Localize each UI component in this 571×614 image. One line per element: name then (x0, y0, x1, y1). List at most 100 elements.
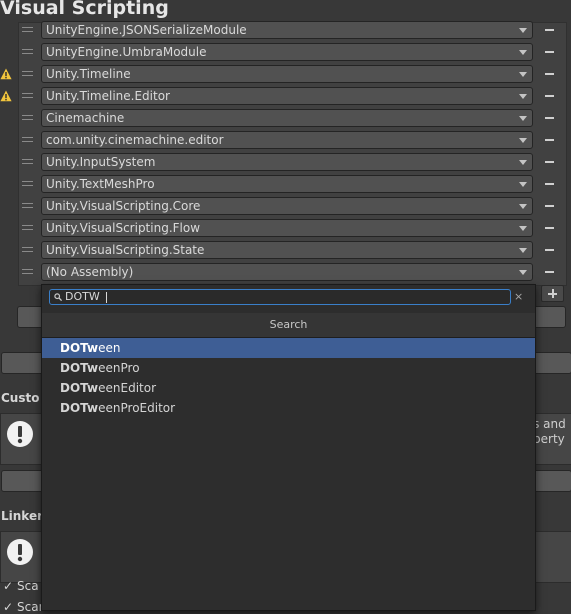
chevron-down-icon (519, 138, 527, 143)
search-result-label: DOTweenEditor (60, 381, 156, 395)
search-result-match: DOTw (60, 341, 99, 355)
assembly-value: Unity.VisualScripting.Flow (46, 221, 201, 235)
assembly-value: (No Assembly) (46, 265, 134, 279)
assembly-value: Unity.TextMeshPro (46, 177, 155, 191)
assembly-dropdown[interactable]: Unity.TextMeshPro (41, 175, 533, 193)
chevron-down-icon (519, 182, 527, 187)
drag-handle-icon[interactable] (22, 203, 33, 209)
drag-handle-icon[interactable] (22, 269, 33, 275)
search-input[interactable]: DOTW (49, 289, 511, 305)
search-result-label: DOTweenPro (60, 361, 140, 375)
text-caret (106, 292, 107, 303)
minus-icon[interactable] (545, 205, 554, 207)
search-result-rest: eenPro (98, 361, 140, 375)
assembly-dropdown[interactable]: Unity.Timeline (41, 65, 533, 83)
assembly-row: Cinemachine (18, 109, 568, 129)
drag-handle-icon[interactable] (22, 71, 33, 77)
drag-handle-icon[interactable] (22, 225, 33, 231)
assembly-value: Cinemachine (46, 111, 125, 125)
drag-handle-icon[interactable] (22, 181, 33, 187)
add-assembly-button[interactable] (541, 285, 564, 302)
drag-handle-icon[interactable] (22, 159, 33, 165)
assembly-dropdown[interactable]: Unity.InputSystem (41, 153, 533, 171)
drag-handle-icon[interactable] (22, 93, 33, 99)
checkmark-icon[interactable]: ✓ (3, 600, 13, 614)
exclamation-icon (7, 421, 33, 447)
chevron-down-icon (519, 226, 527, 231)
clear-icon[interactable]: × (514, 290, 523, 303)
search-header-label: Search (269, 318, 308, 331)
search-result-match: DOTw (60, 361, 99, 375)
assembly-dropdown[interactable]: Unity.VisualScripting.Core (41, 197, 533, 215)
minus-icon[interactable] (545, 73, 554, 75)
inspector-title: Visual Scripting (0, 0, 169, 19)
drag-handle-icon[interactable] (22, 115, 33, 121)
chevron-down-icon (519, 160, 527, 165)
assembly-row: UnityEngine.UmbraModule (18, 43, 568, 63)
drag-handle-icon[interactable] (22, 49, 33, 55)
toggle-label-scan: Sca (17, 579, 39, 593)
search-input-text: DOTW (65, 290, 100, 303)
warning-icon (0, 90, 12, 102)
assembly-value: Unity.VisualScripting.State (46, 243, 205, 257)
drag-handle-icon[interactable] (22, 247, 33, 253)
assembly-value: Unity.Timeline.Editor (46, 89, 170, 103)
search-result-item[interactable]: DOTweenPro (42, 358, 535, 378)
assembly-row: Unity.TextMeshPro (18, 175, 568, 195)
minus-icon[interactable] (545, 161, 554, 163)
minus-icon[interactable] (545, 29, 554, 31)
assembly-value: Unity.Timeline (46, 67, 131, 81)
minus-icon[interactable] (545, 183, 554, 185)
assembly-row: Unity.Timeline.Editor (18, 87, 568, 107)
minus-icon[interactable] (545, 139, 554, 141)
assembly-value: UnityEngine.JSONSerializeModule (46, 23, 247, 37)
search-result-item[interactable]: DOTween (42, 338, 535, 358)
search-result-label: DOTween (60, 341, 121, 355)
assembly-search-popup: DOTW × Search DOTween DOTweenPro DOTweenEd… (41, 284, 536, 611)
search-result-item[interactable]: DOTweenEditor (42, 378, 535, 398)
section-label-custom: Custo (1, 391, 40, 405)
assembly-row: Unity.VisualScripting.Flow (18, 219, 568, 239)
minus-icon[interactable] (545, 227, 554, 229)
section-label-linker: Linker (1, 509, 44, 523)
minus-icon[interactable] (545, 95, 554, 97)
assembly-dropdown[interactable]: Unity.VisualScripting.Flow (41, 219, 533, 237)
drag-handle-icon[interactable] (22, 27, 33, 33)
search-result-rest: eenProEditor (98, 401, 176, 415)
minus-icon[interactable] (545, 249, 554, 251)
search-result-rest: een (98, 341, 121, 355)
search-result-match: DOTw (60, 381, 99, 395)
search-results-header: Search (42, 313, 535, 338)
assembly-row: com.unity.cinemachine.editor (18, 131, 568, 151)
assembly-value: Unity.InputSystem (46, 155, 156, 169)
minus-icon[interactable] (545, 117, 554, 119)
assembly-dropdown[interactable]: com.unity.cinemachine.editor (41, 131, 533, 149)
assembly-dropdown[interactable]: UnityEngine.JSONSerializeModule (41, 21, 533, 39)
minus-icon[interactable] (545, 271, 554, 273)
assembly-row: Unity.VisualScripting.State (18, 241, 568, 261)
chevron-down-icon (519, 204, 527, 209)
search-result-rest: eenEditor (98, 381, 157, 395)
assembly-dropdown[interactable]: (No Assembly) (41, 263, 533, 281)
assembly-dropdown[interactable]: Unity.Timeline.Editor (41, 87, 533, 105)
search-result-match: DOTw (60, 401, 99, 415)
search-result-item[interactable]: DOTweenProEditor (42, 398, 535, 418)
exclamation-icon (7, 539, 33, 565)
chevron-down-icon (519, 94, 527, 99)
assembly-dropdown[interactable]: UnityEngine.UmbraModule (41, 43, 533, 61)
chevron-down-icon (519, 270, 527, 275)
assembly-row: Unity.InputSystem (18, 153, 568, 173)
drag-handle-icon[interactable] (22, 137, 33, 143)
assembly-dropdown[interactable]: Cinemachine (41, 109, 533, 127)
checkmark-icon[interactable]: ✓ (3, 579, 13, 593)
assembly-value: Unity.VisualScripting.Core (46, 199, 201, 213)
assembly-value: UnityEngine.UmbraModule (46, 45, 207, 59)
warning-icon (0, 68, 12, 80)
assembly-dropdown[interactable]: Unity.VisualScripting.State (41, 241, 533, 259)
chevron-down-icon (519, 248, 527, 253)
assembly-row: UnityEngine.JSONSerializeModule (18, 21, 568, 41)
minus-icon[interactable] (545, 51, 554, 53)
chevron-down-icon (519, 72, 527, 77)
chevron-down-icon (519, 116, 527, 121)
assembly-row: Unity.VisualScripting.Core (18, 197, 568, 217)
